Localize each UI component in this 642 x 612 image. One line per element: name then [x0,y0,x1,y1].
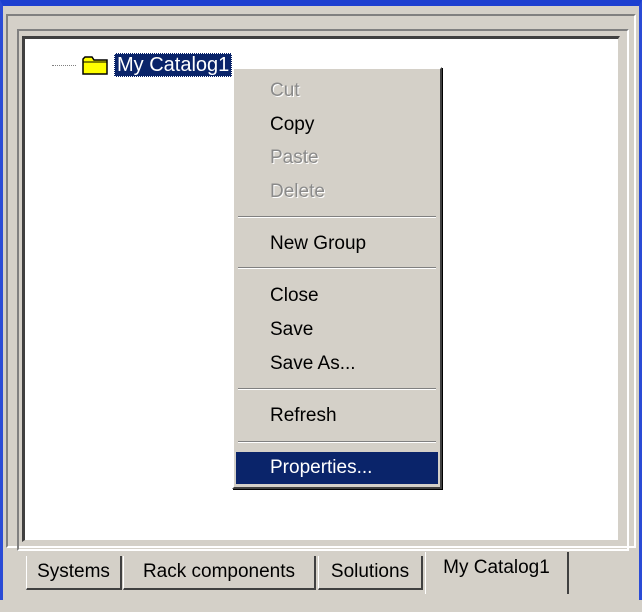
tree-connector [52,64,76,66]
tab-systems[interactable]: Systems [26,556,122,590]
menu-item-new-group[interactable]: New Group [236,228,438,260]
context-menu: Cut Copy Paste Delete New Group Close Sa… [232,67,442,489]
tree-node-label[interactable]: My Catalog1 [114,53,233,77]
menu-item-paste[interactable]: Paste [236,142,438,174]
menu-item-save-as[interactable]: Save As... [236,348,438,380]
menu-item-properties[interactable]: Properties... [236,452,438,484]
tab-rack-components[interactable]: Rack components [123,556,316,590]
menu-item-copy[interactable]: Copy [236,109,438,141]
menu-separator [238,267,436,269]
menu-item-save[interactable]: Save [236,314,438,346]
tab-my-catalog[interactable]: My Catalog1 [425,552,569,594]
folder-icon [82,56,108,75]
menu-separator [238,441,436,443]
menu-separator [238,216,436,218]
menu-item-cut[interactable]: Cut [236,75,438,107]
menu-item-delete[interactable]: Delete [236,176,438,208]
tab-solutions[interactable]: Solutions [318,556,423,590]
menu-item-refresh[interactable]: Refresh [236,400,438,432]
tree-node-root[interactable]: My Catalog1 [52,52,233,78]
window-bottom-edge [0,600,642,612]
menu-separator [238,388,436,390]
menu-item-close[interactable]: Close [236,280,438,312]
